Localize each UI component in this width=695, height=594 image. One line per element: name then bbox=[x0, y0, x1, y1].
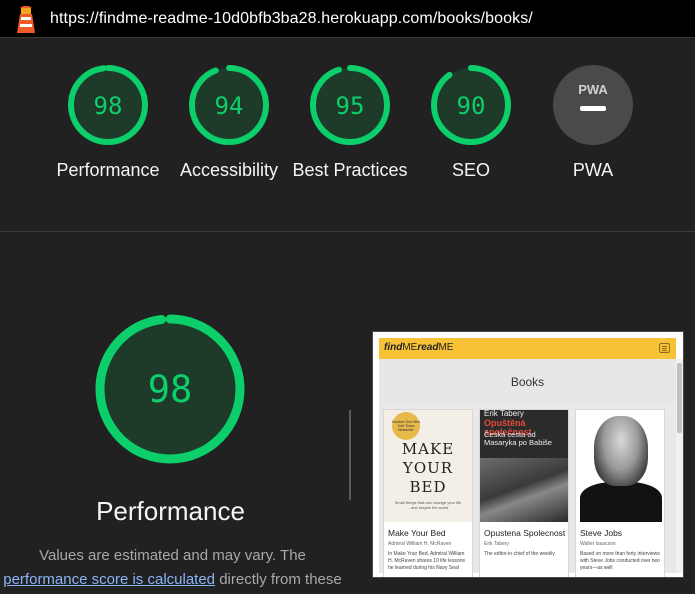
site-navbar: findMEreadME bbox=[379, 338, 676, 359]
cover-author: Erik Tabery bbox=[484, 410, 524, 418]
book-cover: Number One New York Times Bestseller MAK… bbox=[384, 410, 472, 522]
book-blurb: The editor-in-chief of the weekly bbox=[484, 551, 555, 557]
desc-text-pre: Values are estimated and may vary. The bbox=[39, 547, 306, 564]
performance-score-link[interactable]: performance score is calculated bbox=[3, 571, 215, 588]
lighthouse-icon bbox=[17, 6, 35, 33]
gauge-score: 98 bbox=[94, 92, 123, 120]
book-title: Make Your Bed bbox=[388, 528, 446, 538]
page-url[interactable]: https://findme-readme-10d0bfb3ba28.herok… bbox=[50, 10, 533, 28]
section-divider bbox=[349, 410, 351, 500]
pwa-badge-text: PWA bbox=[578, 82, 608, 97]
gauge-score: 90 bbox=[457, 92, 486, 120]
hamburger-menu-icon bbox=[659, 343, 670, 353]
book-title: Steve Jobs bbox=[580, 528, 623, 538]
gauge-score: 94 bbox=[215, 92, 244, 120]
book-blurb: Based on more than forty interviews with… bbox=[580, 551, 660, 571]
gauge-score: 95 bbox=[336, 92, 365, 120]
performance-score-large: 98 bbox=[148, 368, 193, 411]
performance-title: Performance bbox=[96, 496, 245, 526]
book-title: Opustena Spolecnost bbox=[484, 528, 566, 538]
performance-section: 98 Performance Values are estimated and … bbox=[0, 233, 695, 594]
gauge-ring: 95 bbox=[310, 65, 390, 145]
gauge-pwa[interactable]: PWA PWA bbox=[528, 64, 658, 183]
gauge-label: SEO bbox=[451, 160, 490, 180]
gauge-performance[interactable]: 98 Performance bbox=[43, 64, 173, 183]
bestseller-badge: Number One New York Times Bestseller bbox=[392, 412, 420, 440]
gauge-label: Best Practices bbox=[292, 160, 408, 180]
gauge-best-practices[interactable]: 95 Best Practices bbox=[285, 64, 415, 183]
book-card: Erik Tabery Opuštěná společnost Česká ce… bbox=[479, 409, 569, 577]
gauge-ring: 90 bbox=[431, 65, 511, 145]
book-card: Steve Jobs Walter Isaacson Based on more… bbox=[575, 409, 665, 577]
cover-portrait-body bbox=[580, 482, 662, 522]
final-screenshot[interactable]: findMEreadME Books Number One New York T… bbox=[372, 331, 684, 578]
gauge-label: Performance bbox=[56, 160, 160, 180]
book-author: Erik Tabery bbox=[484, 541, 509, 547]
gauge-ring: 98 bbox=[68, 65, 148, 145]
book-cover bbox=[576, 410, 664, 522]
site-brand: findMEreadME bbox=[384, 342, 454, 353]
cover-portrait-head bbox=[594, 416, 648, 486]
score-gauges: 98 Performance 94 Accessibility 95 Best … bbox=[0, 39, 695, 232]
screenshot-scrollbar[interactable] bbox=[676, 359, 683, 573]
cover-title: MAKE YOUR BED bbox=[401, 440, 455, 496]
book-blurb: In Make Your Bed, Admiral William H. McR… bbox=[388, 551, 465, 571]
performance-gauge-large: 98 bbox=[95, 314, 245, 464]
books-grid: Number One New York Times Bestseller MAK… bbox=[379, 405, 676, 577]
book-cover: Erik Tabery Opuštěná společnost Česká ce… bbox=[480, 410, 568, 522]
cover-photo bbox=[480, 458, 568, 522]
pwa-icon: PWA bbox=[553, 65, 633, 145]
site-page-heading: Books bbox=[379, 359, 676, 405]
gauge-accessibility[interactable]: 94 Accessibility bbox=[164, 64, 294, 183]
book-card: Number One New York Times Bestseller MAK… bbox=[383, 409, 473, 577]
book-author: Walter Isaacson bbox=[580, 541, 616, 547]
cover-subtitle: Česká cesta od Masaryka po Babiše bbox=[484, 430, 552, 447]
cover-subtitle: Small things that can change your life .… bbox=[394, 500, 462, 510]
gauge-ring: 94 bbox=[189, 65, 269, 145]
gauge-seo[interactable]: 90 SEO bbox=[406, 64, 536, 183]
book-author: Admiral William H. McRaven bbox=[388, 541, 452, 547]
gauge-label: PWA bbox=[572, 160, 614, 180]
performance-description: Values are estimated and may vary. The p… bbox=[0, 544, 345, 592]
gauge-label: Accessibility bbox=[179, 160, 279, 180]
report-header: https://findme-readme-10d0bfb3ba28.herok… bbox=[0, 0, 695, 38]
desc-text-post: directly from these bbox=[219, 571, 342, 588]
